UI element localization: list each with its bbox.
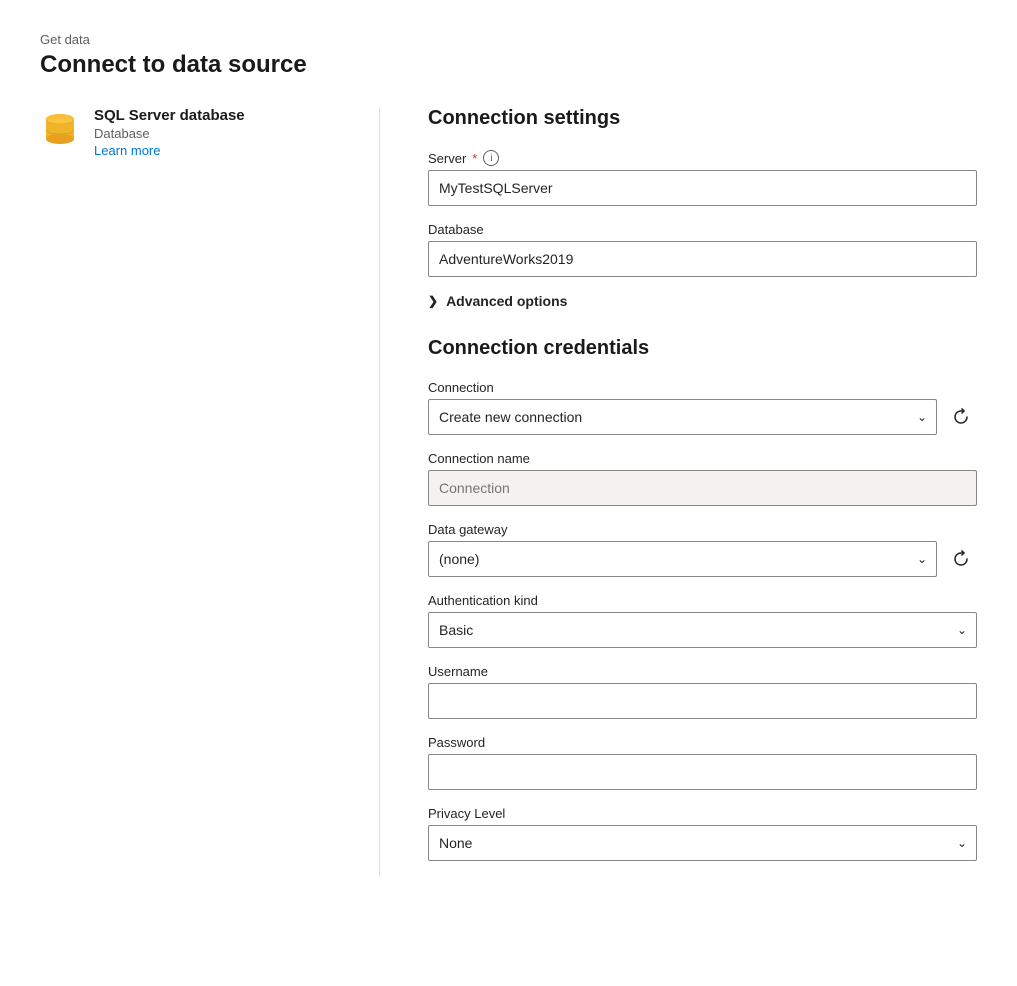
auth-kind-field-group: Authentication kind Basic ⌄ bbox=[428, 593, 977, 648]
auth-kind-dropdown[interactable]: Basic bbox=[428, 612, 977, 648]
advanced-options-toggle[interactable]: ❯ Advanced options bbox=[428, 293, 977, 309]
privacy-level-label: Privacy Level bbox=[428, 806, 977, 821]
database-input[interactable] bbox=[428, 241, 977, 277]
connection-name-input[interactable] bbox=[428, 470, 977, 506]
server-field-group: Server * i bbox=[428, 150, 977, 206]
connection-dropdown-wrapper: Create new connection ⌄ bbox=[428, 399, 937, 435]
server-label: Server * i bbox=[428, 150, 977, 166]
advanced-options-label: Advanced options bbox=[446, 293, 567, 309]
datasource-name: SQL Server database bbox=[94, 107, 245, 124]
data-gateway-field-group: Data gateway (none) ⌄ bbox=[428, 522, 977, 577]
datasource-item: SQL Server database Database Learn more bbox=[40, 107, 347, 158]
learn-more-link[interactable]: Learn more bbox=[94, 143, 245, 158]
page-subtitle: Get data bbox=[40, 32, 977, 47]
password-input[interactable] bbox=[428, 754, 977, 790]
connection-dropdown-row: Create new connection ⌄ bbox=[428, 399, 977, 435]
server-input[interactable] bbox=[428, 170, 977, 206]
data-gateway-dropdown[interactable]: (none) bbox=[428, 541, 937, 577]
connection-refresh-button[interactable] bbox=[945, 401, 977, 433]
data-gateway-dropdown-row: (none) ⌄ bbox=[428, 541, 977, 577]
username-label: Username bbox=[428, 664, 977, 679]
username-field-group: Username bbox=[428, 664, 977, 719]
data-gateway-refresh-button[interactable] bbox=[945, 543, 977, 575]
right-panel: Connection settings Server * i Database … bbox=[380, 107, 977, 877]
password-field-group: Password bbox=[428, 735, 977, 790]
username-input[interactable] bbox=[428, 683, 977, 719]
chevron-right-icon: ❯ bbox=[428, 294, 438, 308]
connection-label: Connection bbox=[428, 380, 977, 395]
server-info-icon[interactable]: i bbox=[483, 150, 499, 166]
auth-kind-dropdown-wrapper: Basic ⌄ bbox=[428, 612, 977, 648]
data-gateway-label: Data gateway bbox=[428, 522, 977, 537]
privacy-level-dropdown[interactable]: None bbox=[428, 825, 977, 861]
auth-kind-label: Authentication kind bbox=[428, 593, 977, 608]
datasource-type: Database bbox=[94, 126, 245, 141]
refresh-icon bbox=[952, 408, 970, 426]
connection-settings-title: Connection settings bbox=[428, 107, 977, 130]
database-field-group: Database bbox=[428, 222, 977, 277]
connection-dropdown[interactable]: Create new connection bbox=[428, 399, 937, 435]
connection-credentials-title: Connection credentials bbox=[428, 337, 977, 360]
page-title: Connect to data source bbox=[40, 51, 977, 79]
left-panel: SQL Server database Database Learn more bbox=[40, 107, 380, 877]
database-icon bbox=[40, 109, 80, 149]
connection-name-field-group: Connection name bbox=[428, 451, 977, 506]
datasource-info: SQL Server database Database Learn more bbox=[94, 107, 245, 158]
password-label: Password bbox=[428, 735, 977, 750]
credentials-section: Connection credentials Connection Create… bbox=[428, 337, 977, 861]
server-required-asterisk: * bbox=[472, 151, 477, 166]
database-label: Database bbox=[428, 222, 977, 237]
connection-name-label: Connection name bbox=[428, 451, 977, 466]
data-gateway-dropdown-wrapper: (none) ⌄ bbox=[428, 541, 937, 577]
connection-field-group: Connection Create new connection ⌄ bbox=[428, 380, 977, 435]
privacy-level-field-group: Privacy Level None ⌄ bbox=[428, 806, 977, 861]
privacy-level-dropdown-wrapper: None ⌄ bbox=[428, 825, 977, 861]
gateway-refresh-icon bbox=[952, 550, 970, 568]
